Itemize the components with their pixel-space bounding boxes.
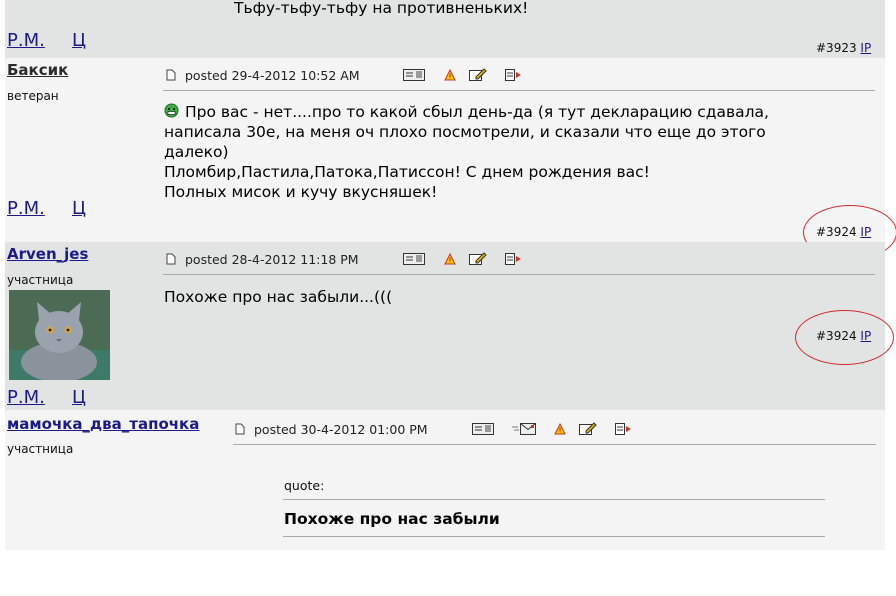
post-body: Про вас - нет....про то какой сбыл день-… <box>164 102 769 202</box>
document-icon <box>235 423 245 435</box>
post-number-text: #3923 <box>816 41 857 55</box>
document-icon <box>166 253 176 265</box>
edit-icon[interactable] <box>469 68 487 82</box>
post-body-line: далеко) <box>164 143 229 161</box>
edit-icon[interactable] <box>579 422 597 436</box>
posted-date: posted 30-4-2012 01:00 PM <box>254 422 428 437</box>
warning-icon[interactable] <box>444 253 456 265</box>
quote-top-rule <box>283 499 825 500</box>
post-number: #3923 IP <box>816 41 871 55</box>
profile-card-icon[interactable] <box>472 423 494 435</box>
post-header-divider <box>233 444 876 445</box>
annotation-circle <box>795 310 894 365</box>
posted-date: posted 29-4-2012 10:52 AM <box>185 68 360 83</box>
post-body-text: Тьфу-тьфу-тьфу на противненьких! <box>234 0 529 17</box>
c-link[interactable]: Ц <box>72 30 86 51</box>
reply-icon[interactable] <box>615 423 633 435</box>
c-link[interactable]: Ц <box>72 387 86 408</box>
quote-bottom-rule <box>283 536 825 537</box>
profile-card-icon[interactable] <box>403 69 425 81</box>
username[interactable]: Arven_jes <box>7 245 88 263</box>
warning-icon[interactable] <box>444 69 456 81</box>
reply-icon[interactable] <box>505 253 523 265</box>
post-3924-arven <box>5 242 885 410</box>
avatar-cat[interactable] <box>9 290 110 380</box>
post-body-line: Полных мисок и кучу вкусняшек! <box>164 183 438 201</box>
post-header-divider <box>163 274 875 275</box>
c-link[interactable]: Ц <box>72 198 86 219</box>
username[interactable]: Баксик <box>7 61 68 79</box>
pm-link[interactable]: Р.М. <box>7 30 45 51</box>
post-body-line: написала 30е, на меня оч плохо посмотрел… <box>164 123 766 141</box>
email-icon[interactable] <box>512 423 536 435</box>
post-body-line: Про вас - нет....про то какой сбыл день-… <box>185 103 769 121</box>
posted-date: posted 28-4-2012 11:18 PM <box>185 252 359 267</box>
document-icon <box>166 69 176 81</box>
ip-link[interactable]: IP <box>860 41 871 55</box>
pm-link[interactable]: Р.М. <box>7 198 45 219</box>
pm-link[interactable]: Р.М. <box>7 387 45 408</box>
quote-text: Похоже про нас забыли <box>284 510 500 528</box>
post-body-line: Пломбир,Пастила,Патока,Патиссон! С днем … <box>164 163 650 181</box>
profile-card-icon[interactable] <box>403 253 425 265</box>
quote-label: quote: <box>284 478 325 493</box>
post-header-divider <box>163 90 875 91</box>
user-rank: участница <box>7 442 74 456</box>
reply-icon[interactable] <box>505 69 523 81</box>
username[interactable]: мамочка_два_тапочка <box>7 415 199 433</box>
user-rank: участница <box>7 273 74 287</box>
warning-icon[interactable] <box>554 423 566 435</box>
post-body-line: Похоже про нас забыли...((( <box>164 288 393 306</box>
edit-icon[interactable] <box>469 252 487 266</box>
user-rank: ветеран <box>7 89 59 103</box>
